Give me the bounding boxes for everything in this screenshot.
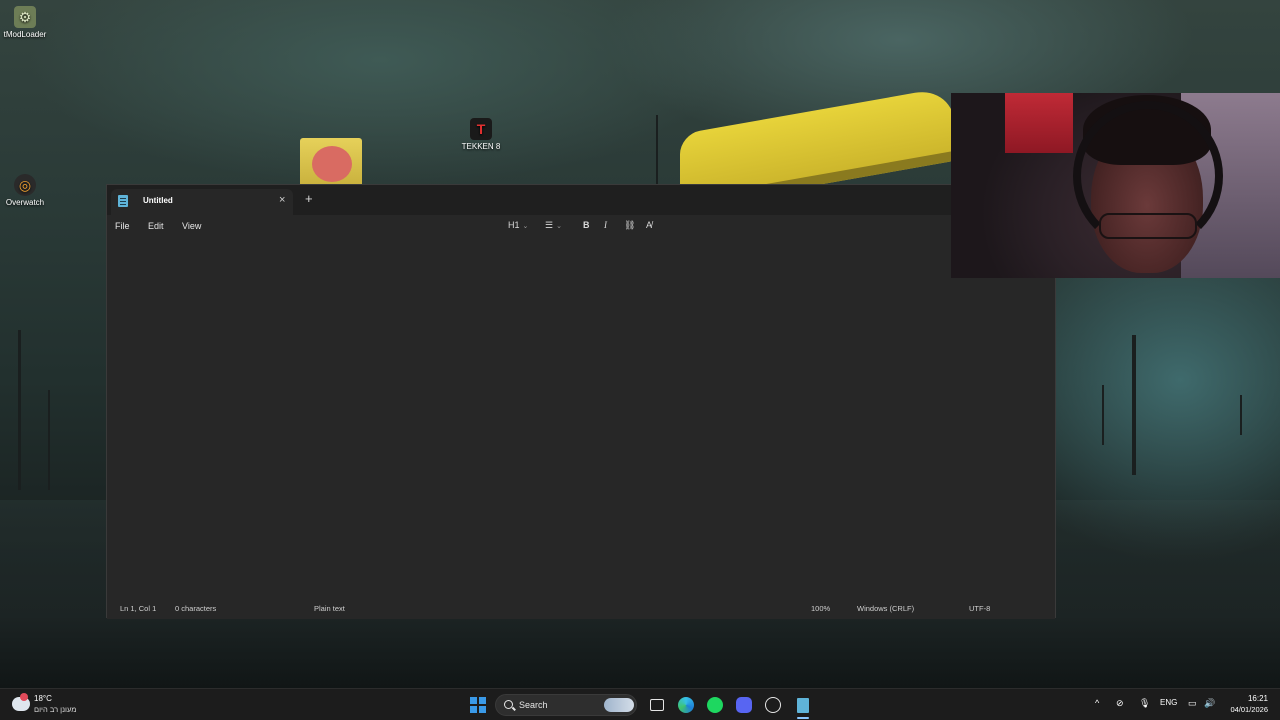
taskbar-spotify[interactable] — [705, 695, 725, 715]
new-tab-button[interactable]: + — [305, 192, 313, 205]
webcam-person-glasses — [1099, 213, 1197, 239]
clock-time[interactable]: 16:21 — [1230, 694, 1268, 703]
taskbar-notepad[interactable] — [793, 695, 813, 715]
taskbar: 18°C מעונן רב היום Search ^ ⊘ 🎙 ENG ▭ 🔊 … — [0, 688, 1280, 720]
heading-label: H1 — [508, 220, 520, 230]
windows-icon — [470, 697, 486, 713]
desktop-icon-label: TEKKEN 8 — [461, 142, 501, 151]
menu-bar: File Edit View H1 ⌄ ☰ ⌄ B I ⛓ A̸ — [107, 215, 1055, 239]
active-app-indicator — [797, 717, 809, 719]
webcam-poster — [1005, 93, 1073, 153]
overwatch-icon: ◎ — [14, 174, 36, 196]
wallpaper-pole — [1240, 395, 1242, 435]
italic-button[interactable]: I — [604, 220, 607, 230]
discord-icon — [736, 697, 752, 713]
desktop-icon-tmodloader[interactable]: ⚙ tModLoader — [0, 6, 55, 39]
format-indicator[interactable]: Plain text — [314, 604, 345, 613]
weather-alert-badge — [20, 693, 28, 701]
task-view-icon — [650, 699, 664, 711]
webcam-overlay — [951, 93, 1280, 278]
search-label: Search — [519, 700, 548, 710]
desktop-icon-tekken[interactable]: T TEKKEN 8 — [451, 118, 511, 151]
tab-untitled[interactable]: Untitled × — [111, 189, 293, 215]
heading-dropdown[interactable]: H1 ⌄ — [508, 220, 528, 230]
menu-file[interactable]: File — [115, 221, 130, 231]
taskbar-discord[interactable] — [734, 695, 754, 715]
edge-icon — [678, 697, 694, 713]
status-bar: Ln 1, Col 1 0 characters Plain text 100%… — [107, 599, 1055, 619]
tab-title: Untitled — [143, 196, 173, 205]
encoding[interactable]: UTF-8 — [969, 604, 990, 613]
close-tab-icon[interactable]: × — [279, 194, 285, 206]
chevron-down-icon: ⌄ — [522, 223, 529, 230]
taskbar-app[interactable] — [763, 695, 783, 715]
wallpaper-mast — [18, 330, 21, 490]
notepad-icon — [118, 195, 128, 207]
line-ending[interactable]: Windows (CRLF) — [857, 604, 914, 613]
app-circle-icon — [765, 697, 781, 713]
notepad-window: Untitled × + File Edit View H1 ⌄ ☰ ⌄ B I ⛓… — [106, 184, 1056, 619]
menu-view[interactable]: View — [182, 221, 201, 231]
network-icon[interactable]: ⊘ — [1116, 698, 1124, 709]
taskbar-search[interactable]: Search — [495, 694, 637, 716]
wallpaper-sign-emblem — [312, 146, 352, 182]
search-icon — [504, 700, 513, 709]
zoom-level[interactable]: 100% — [811, 604, 830, 613]
list-dropdown[interactable]: ☰ ⌄ — [545, 220, 562, 231]
bold-button[interactable]: B — [583, 220, 590, 230]
taskbar-edge[interactable] — [676, 695, 696, 715]
language-indicator[interactable]: ENG — [1160, 698, 1177, 707]
text-editor[interactable] — [107, 239, 1055, 599]
desktop-icon-label: tModLoader — [3, 30, 47, 39]
microphone-icon[interactable]: 🎙 — [1139, 698, 1150, 709]
title-bar: Untitled × + — [107, 185, 1055, 215]
tray-overflow-button[interactable]: ^ — [1095, 698, 1099, 708]
wallpaper-pole — [656, 115, 658, 185]
desktop-icon-label: Overwatch — [5, 198, 45, 207]
gear-icon: ⚙ — [14, 6, 36, 28]
wallpaper-mast — [48, 390, 50, 490]
task-view-button[interactable] — [647, 695, 667, 715]
weather-temperature: 18°C — [34, 694, 52, 703]
clear-formatting-button[interactable]: A̸ — [646, 220, 652, 230]
menu-edit[interactable]: Edit — [148, 221, 164, 231]
list-icon: ☰ — [545, 220, 554, 230]
link-button[interactable]: ⛓ — [624, 220, 635, 231]
wallpaper-pole — [1132, 335, 1136, 475]
desktop-icon-overwatch[interactable]: ◎ Overwatch — [0, 174, 55, 207]
notepad-icon — [797, 697, 809, 713]
volume-icon[interactable]: 🔊 — [1204, 698, 1215, 709]
chevron-down-icon: ⌄ — [556, 223, 562, 230]
display-icon[interactable]: ▭ — [1188, 698, 1197, 709]
search-highlight-icon — [604, 698, 634, 712]
clock-date[interactable]: 04/01/2026 — [1222, 705, 1268, 714]
spotify-icon — [707, 697, 723, 713]
wallpaper-pole — [1102, 385, 1104, 445]
cursor-position[interactable]: Ln 1, Col 1 — [120, 604, 156, 613]
tekken-icon: T — [470, 118, 492, 140]
character-count: 0 characters — [175, 604, 217, 613]
weather-description: מעונן רב היום — [34, 705, 77, 714]
start-button[interactable] — [468, 695, 488, 715]
